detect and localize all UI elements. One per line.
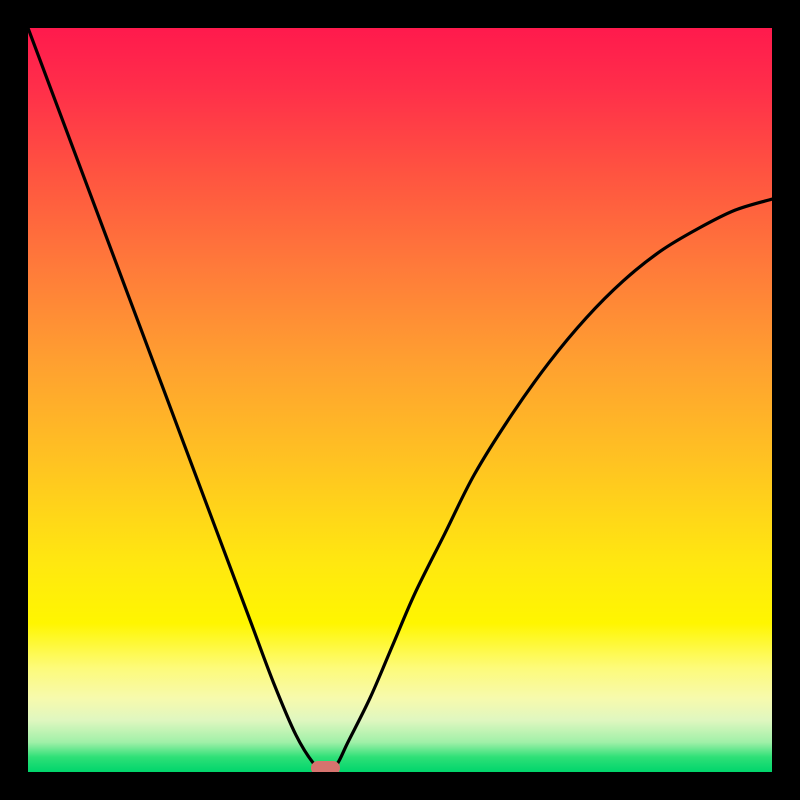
chart-frame	[0, 0, 800, 800]
